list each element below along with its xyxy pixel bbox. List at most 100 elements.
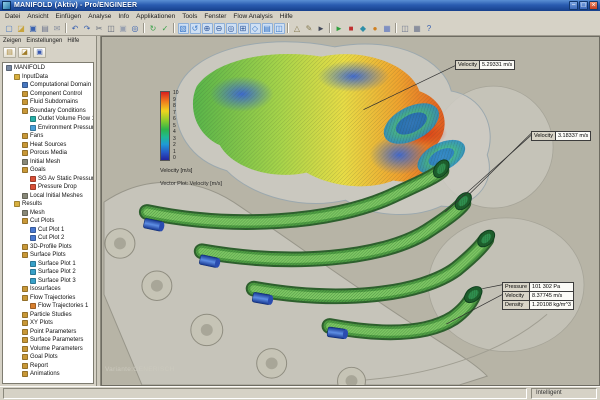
tree-item-3d-profile-plots[interactable]: 3D-Profile Plots [3,243,93,252]
graphics-viewport[interactable]: 10 9 8 7 6 5 4 3 2 1 0 Velocity [m/s] Vector Plot:… [101,36,600,386]
model-tree-tab-icon[interactable]: ▤ [3,47,16,58]
datum-plane-icon[interactable]: △ [292,23,303,34]
close-button[interactable]: × [589,1,598,10]
menu-flow-analysis[interactable]: Flow Analysis [233,13,272,20]
toolbar-separator [173,23,175,33]
tree-item-label: XY Plots [30,320,53,327]
copy-icon[interactable]: ◫ [106,23,117,34]
tree-item-sg-av-static-pressure-1[interactable]: SG Av Static Pressure 1 [3,175,93,184]
minimize-button[interactable]: − [569,1,578,10]
folder-browser-tab-icon[interactable]: ◪ [18,47,31,58]
tree-item-cut-plot-2[interactable]: Cut Plot 2 [3,234,93,243]
save-icon[interactable]: ▣ [28,23,39,34]
tree-item-pressure-drop[interactable]: Pressure Drop [3,183,93,192]
menu-hilfe[interactable]: Hilfe [280,13,293,20]
tree-item-report[interactable]: Report [3,362,93,371]
tree-item-animations[interactable]: Animations [3,370,93,379]
tree-item-outlet-volume-flow-1[interactable]: Outlet Volume Flow 1 [3,115,93,124]
tree-item-cut-plot-1[interactable]: Cut Plot 1 [3,226,93,235]
tree-item-manifold[interactable]: MANIFOLD [3,64,93,73]
flow-plot-icon[interactable]: ● [370,23,381,34]
display-settings-tab-icon[interactable]: ▣ [33,47,46,58]
tree-item-porous-media[interactable]: Porous Media [3,149,93,158]
help-icon[interactable]: ? [424,23,435,34]
pan-icon[interactable]: ⊞ [237,22,249,34]
menu-fenster[interactable]: Fenster [204,13,226,20]
tree-item-volume-parameters[interactable]: Volume Parameters [3,345,93,354]
redo-icon[interactable]: ↷ [82,23,93,34]
window-tile-icon[interactable]: ▦ [412,23,423,34]
window-cascade-icon[interactable]: ◫ [400,23,411,34]
tree-item-results[interactable]: Results [3,200,93,209]
tree-item-initial-mesh[interactable]: Initial Mesh [3,158,93,167]
search-icon[interactable]: ◎ [130,23,141,34]
fans-icon [22,133,28,140]
tree-item-flow-trajectories[interactable]: Flow Trajectories [3,294,93,303]
tree-item-cut-plots[interactable]: Cut Plots [3,217,93,226]
regenerate-icon[interactable]: ↻ [148,23,159,34]
model-tree[interactable]: MANIFOLD InputData Computational Domain Com… [2,62,94,384]
navigator-menu-hilfe[interactable]: Hilfe [67,36,79,46]
tree-item-point-parameters[interactable]: Point Parameters [3,328,93,337]
tree-item-fluid-subdomains[interactable]: Fluid Subdomains [3,98,93,107]
zoom-out-icon[interactable]: ⊖ [213,22,225,34]
flow-stop-icon[interactable]: ■ [346,23,357,34]
tree-item-surface-plot-1[interactable]: Surface Plot 1 [3,260,93,269]
spin-icon[interactable]: ↺ [189,22,201,34]
tree-item-label: Flow Trajectories [30,294,76,301]
tree-item-boundary-conditions[interactable]: Boundary Conditions [3,107,93,116]
verify-icon[interactable]: ✓ [160,23,171,34]
navigator-menu-einstellungen[interactable]: Einstellungen [26,36,62,46]
navigator-menu-zeigen[interactable]: Zeigen [3,36,21,46]
legend-tick-4: 4 [173,129,176,135]
menu-tools[interactable]: Tools [182,13,197,20]
menu-info[interactable]: Info [118,13,129,20]
select-arrow-icon[interactable]: ► [316,23,327,34]
sketch-icon[interactable]: ✎ [304,23,315,34]
print-icon[interactable]: ▤ [40,23,51,34]
tree-item-environment-pressure-1[interactable]: Environment Pressure 1 [3,124,93,133]
tree-item-flow-trajectories-1[interactable]: Flow Trajectories 1 [3,302,93,311]
tree-item-computational-domain[interactable]: Computational Domain [3,81,93,90]
tree-item-component-control[interactable]: Component Control [3,90,93,99]
navigator-toolbar: ▤ ◪ ▣ [0,46,96,62]
tree-item-isosurfaces[interactable]: Isosurfaces [3,285,93,294]
menu-einf-gen[interactable]: Einfügen [56,13,82,20]
tree-item-fans[interactable]: Fans [3,132,93,141]
tree-item-inputdata[interactable]: InputData [3,73,93,82]
flow-mesh-icon[interactable]: ▦ [382,23,393,34]
tree-item-goals[interactable]: Goals [3,166,93,175]
tree-item-particle-studies[interactable]: Particle Studies [3,311,93,320]
open-folder-icon[interactable]: ◪ [16,23,27,34]
menu-ansicht[interactable]: Ansicht [27,13,48,20]
menu-datei[interactable]: Datei [5,13,20,20]
tree-item-label: Pressure Drop [38,184,77,191]
cut-icon[interactable]: ✂ [94,23,105,34]
undo-icon[interactable]: ↶ [70,23,81,34]
mail-icon[interactable]: ✉ [52,23,63,34]
repaint-icon[interactable]: ▧ [177,22,189,34]
tree-item-surface-plots[interactable]: Surface Plots [3,251,93,260]
menu-analyse[interactable]: Analyse [88,13,111,20]
layers-icon[interactable]: ▤ [261,22,273,34]
saved-views-icon[interactable]: ◇ [249,22,261,34]
tree-item-surface-parameters[interactable]: Surface Parameters [3,336,93,345]
tree-item-local-initial-meshes[interactable]: Local Initial Meshes [3,192,93,201]
zoom-in-icon[interactable]: ⊕ [201,22,213,34]
tree-item-mesh[interactable]: Mesh [3,209,93,218]
tree-item-goal-plots[interactable]: Goal Plots [3,353,93,362]
menu-applikationen[interactable]: Applikationen [136,13,175,20]
title-bar[interactable]: MANIFOLD (Aktiv) - Pro/ENGINEER − □ × [0,0,600,11]
maximize-button[interactable]: □ [579,1,588,10]
view-manager-icon[interactable]: ◫ [273,22,285,34]
tree-item-surface-plot-2[interactable]: Surface Plot 2 [3,268,93,277]
new-file-icon[interactable]: ▢ [4,23,15,34]
paste-icon[interactable]: ▣ [118,23,129,34]
selection-filter[interactable]: Intelligent [531,388,597,399]
flow-results-icon[interactable]: ◆ [358,23,369,34]
refit-icon[interactable]: ◎ [225,22,237,34]
tree-item-surface-plot-3[interactable]: Surface Plot 3 [3,277,93,286]
flow-run-icon[interactable]: ► [334,23,345,34]
tree-item-xy-plots[interactable]: XY Plots [3,319,93,328]
tree-item-heat-sources[interactable]: Heat Sources [3,141,93,150]
